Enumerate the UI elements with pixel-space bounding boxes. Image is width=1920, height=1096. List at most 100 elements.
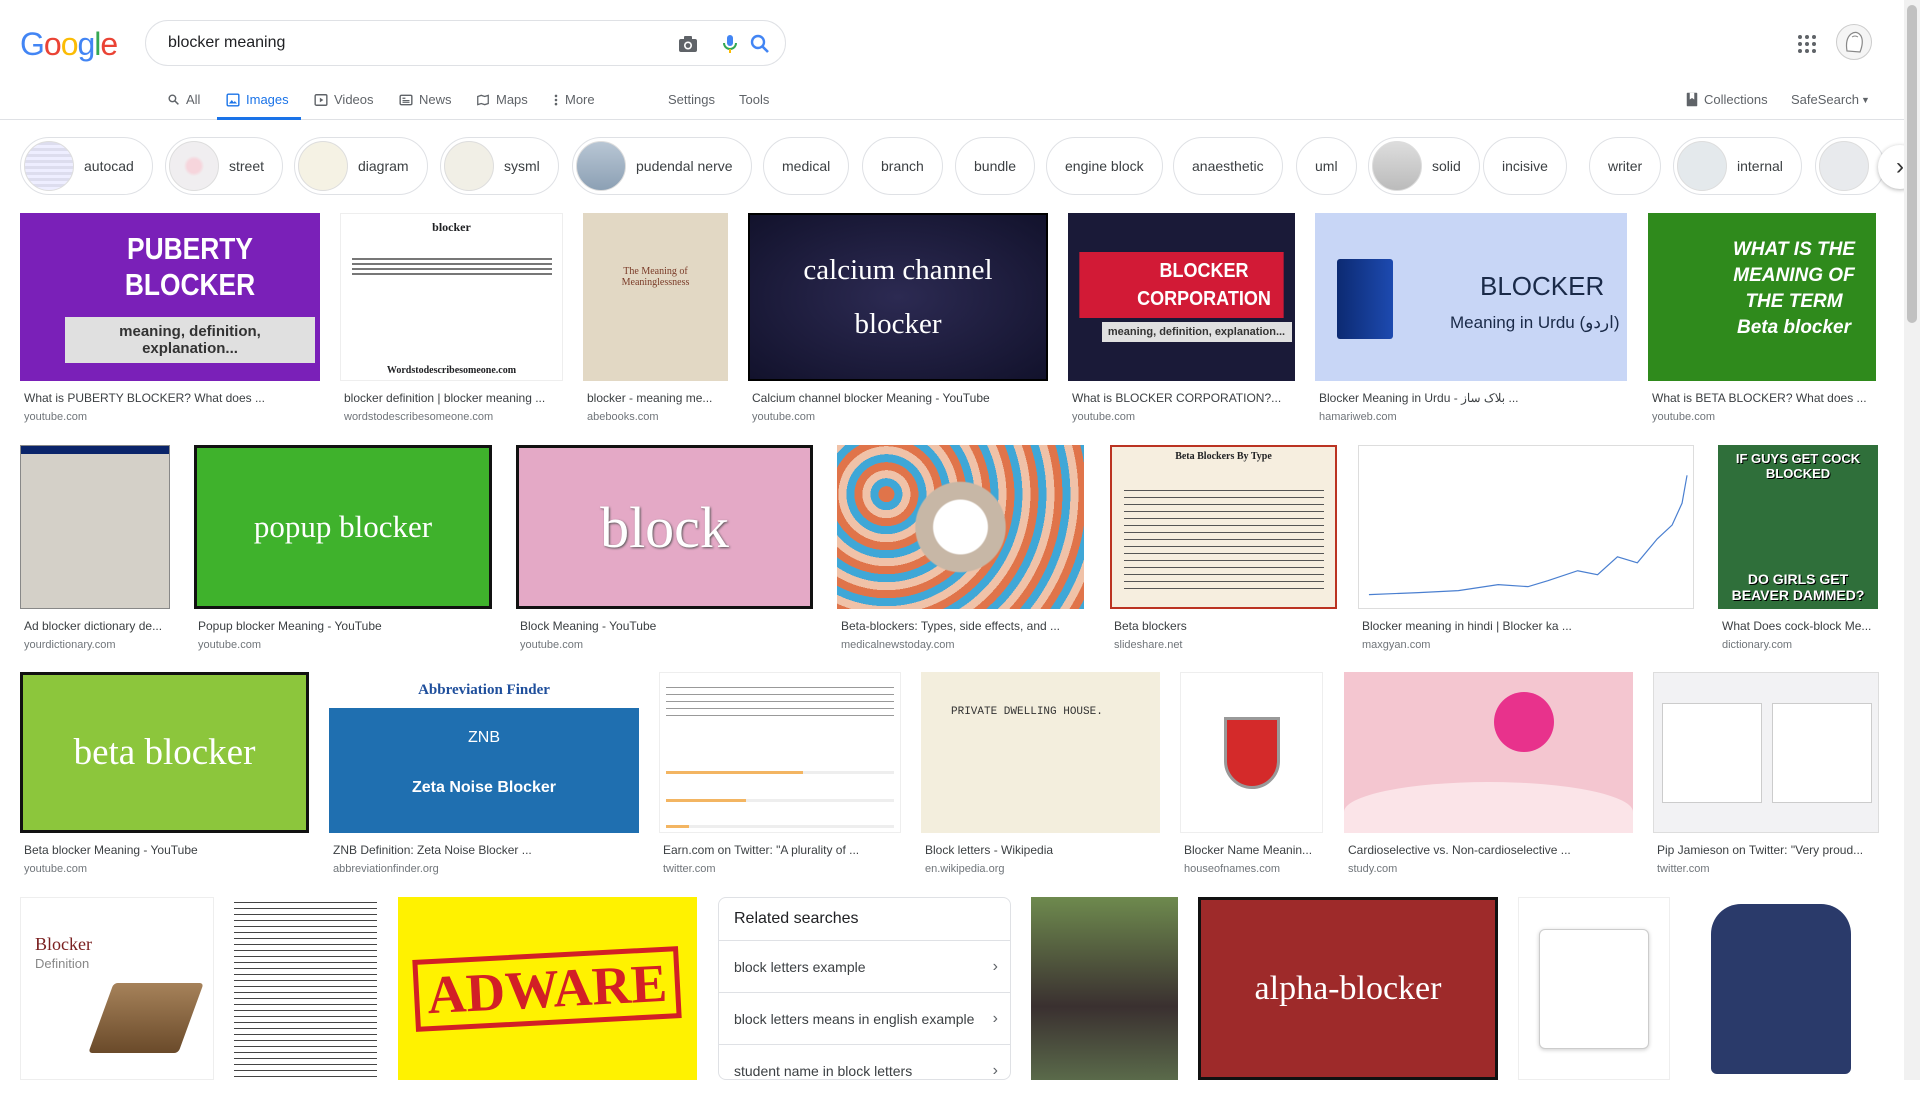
result-thumbnail[interactable]	[1691, 897, 1871, 1080]
image-result[interactable]: Blocker meaning in hindi | Blocker ka ..…	[1358, 445, 1694, 655]
image-result[interactable]	[1031, 897, 1178, 1080]
result-thumbnail[interactable]	[1358, 445, 1694, 609]
chip-partial[interactable]	[1815, 137, 1885, 195]
result-thumbnail[interactable]: IF GUYS GET COCK BLOCKED DO GIRLS GET BE…	[1718, 445, 1878, 609]
image-result[interactable]: Pip Jamieson on Twitter: "Very proud... …	[1653, 672, 1879, 882]
related-search-item[interactable]: block letters example ›	[719, 940, 1010, 992]
chip-bundle[interactable]: bundle	[955, 137, 1036, 195]
image-result[interactable]: calcium channel blocker Calcium channel …	[748, 213, 1048, 423]
result-title[interactable]: Beta blocker Meaning - YouTube	[24, 843, 304, 857]
result-title[interactable]: What is BLOCKER CORPORATION?...	[1072, 391, 1294, 405]
image-result[interactable]: alpha-blocker	[1198, 897, 1498, 1080]
result-thumbnail[interactable]: ADWARE	[398, 897, 697, 1080]
result-thumbnail[interactable]: Abbreviation Finder ZNB Zeta Noise Block…	[329, 672, 639, 833]
account-avatar[interactable]	[1836, 24, 1872, 60]
result-title[interactable]: blocker definition | blocker meaning ...	[344, 391, 559, 405]
chip-engine-block[interactable]: engine block	[1046, 137, 1163, 195]
image-result[interactable]: IF GUYS GET COCK BLOCKED DO GIRLS GET BE…	[1718, 445, 1878, 655]
image-result[interactable]: PRIVATE DWELLING HOUSE. Block letters - …	[921, 672, 1160, 882]
search-icon[interactable]	[748, 32, 772, 56]
image-result[interactable]: Beta-blockers: Types, side effects, and …	[837, 445, 1084, 655]
image-result[interactable]: block Block Meaning - YouTube youtube.co…	[516, 445, 813, 655]
chip-street[interactable]: street	[165, 137, 284, 195]
image-result[interactable]: Blocker Definition	[20, 897, 214, 1080]
result-title[interactable]: Earn.com on Twitter: "A plurality of ...	[663, 843, 901, 857]
result-thumbnail[interactable]	[1344, 672, 1633, 833]
result-thumbnail[interactable]: block	[516, 445, 813, 609]
result-site[interactable]: medicalnewstoday.com	[841, 639, 955, 651]
related-search-item[interactable]: block letters means in english example ›	[719, 992, 1010, 1044]
image-result[interactable]: Ad blocker dictionary de... yourdictiona…	[20, 445, 170, 655]
result-title[interactable]: Calcium channel blocker Meaning - YouTub…	[752, 391, 1047, 405]
result-site[interactable]: abebooks.com	[587, 411, 659, 423]
result-site[interactable]: yourdictionary.com	[24, 639, 116, 651]
result-thumbnail[interactable]: The Meaning of Meaninglessness	[583, 213, 728, 381]
tab-news[interactable]: News	[399, 92, 452, 107]
image-result[interactable]: ADWARE	[398, 897, 697, 1080]
image-result[interactable]: WHAT IS THE MEANING OF THE TERM Beta blo…	[1648, 213, 1876, 423]
image-result[interactable]: Beta Blockers By Type Beta blockers slid…	[1110, 445, 1337, 655]
result-thumbnail[interactable]	[1180, 672, 1323, 833]
scrollbar-thumb[interactable]	[1907, 5, 1917, 323]
result-title[interactable]: What is BETA BLOCKER? What does ...	[1652, 391, 1874, 405]
result-title[interactable]: Blocker meaning in hindi | Blocker ka ..…	[1362, 619, 1692, 633]
result-title[interactable]: blocker - meaning me...	[587, 391, 727, 405]
result-site[interactable]: study.com	[1348, 863, 1397, 875]
image-result[interactable]	[234, 897, 377, 1080]
google-logo[interactable]: Google	[20, 26, 118, 63]
result-thumbnail[interactable]: Blocker Definition	[20, 897, 214, 1080]
image-result[interactable]: BLOCKER Meaning in Urdu (اردو) Blocker M…	[1315, 213, 1627, 423]
image-result[interactable]: popup blocker Popup blocker Meaning - Yo…	[194, 445, 492, 655]
tab-all[interactable]: All	[167, 92, 200, 107]
result-site[interactable]: wordstodescribesomeone.com	[344, 411, 493, 423]
chip-branch[interactable]: branch	[862, 137, 943, 195]
result-title[interactable]: Block Meaning - YouTube	[520, 619, 810, 633]
result-thumbnail[interactable]	[1518, 897, 1670, 1080]
image-result[interactable]	[1518, 897, 1670, 1080]
result-thumbnail[interactable]: BLOCKER Meaning in Urdu (اردو)	[1315, 213, 1627, 381]
chip-sysml[interactable]: sysml	[440, 137, 559, 195]
result-thumbnail[interactable]	[1653, 672, 1879, 833]
camera-icon[interactable]	[676, 32, 700, 56]
result-thumbnail[interactable]: Beta Blockers By Type	[1110, 445, 1337, 609]
search-input[interactable]	[166, 31, 646, 55]
result-site[interactable]: dictionary.com	[1722, 639, 1792, 651]
result-site[interactable]: twitter.com	[663, 863, 716, 875]
result-title[interactable]: Block letters - Wikipedia	[925, 843, 1160, 857]
image-result[interactable]: beta blocker Beta blocker Meaning - YouT…	[20, 672, 309, 882]
chip-writer[interactable]: writer	[1589, 137, 1662, 195]
image-result[interactable]: Cardioselective vs. Non-cardioselective …	[1344, 672, 1633, 882]
result-thumbnail[interactable]: PUBERTY BLOCKER meaning, definition, exp…	[20, 213, 320, 381]
result-title[interactable]: Cardioselective vs. Non-cardioselective …	[1348, 843, 1633, 857]
microphone-icon[interactable]	[718, 32, 742, 56]
chip-anaesthetic[interactable]: anaesthetic	[1173, 137, 1283, 195]
result-site[interactable]: youtube.com	[520, 639, 583, 651]
chip-internal[interactable]: internal	[1673, 137, 1802, 195]
result-site[interactable]: youtube.com	[198, 639, 261, 651]
result-site[interactable]: youtube.com	[1072, 411, 1135, 423]
tab-maps[interactable]: Maps	[476, 92, 528, 107]
image-result[interactable]: blocker Wordstodescribesomeone.com block…	[340, 213, 563, 423]
result-site[interactable]: youtube.com	[24, 411, 87, 423]
result-title[interactable]: What is PUBERTY BLOCKER? What does ...	[24, 391, 314, 405]
tab-images[interactable]: Images	[226, 92, 289, 107]
image-result[interactable]: Abbreviation Finder ZNB Zeta Noise Block…	[329, 672, 639, 882]
image-result[interactable]: BLOCKER CORPORATION meaning, definition,…	[1068, 213, 1295, 423]
result-thumbnail[interactable]: calcium channel blocker	[748, 213, 1048, 381]
tab-settings[interactable]: Settings	[668, 92, 715, 107]
image-result[interactable]: Blocker Name Meanin... houseofnames.com	[1180, 672, 1323, 882]
result-thumbnail[interactable]	[234, 897, 377, 1080]
collections-link[interactable]: Collections	[1686, 92, 1768, 107]
related-search-item[interactable]: student name in block letters ›	[719, 1044, 1010, 1096]
chip-medical[interactable]: medical	[763, 137, 850, 195]
chip-solid[interactable]: solid	[1368, 137, 1480, 195]
tab-more[interactable]: More	[553, 92, 595, 107]
result-thumbnail[interactable]	[1031, 897, 1178, 1080]
result-title[interactable]: Blocker Meaning in Urdu - بلاک ساز ...	[1319, 391, 1624, 405]
result-thumbnail[interactable]: BLOCKER CORPORATION meaning, definition,…	[1068, 213, 1295, 381]
result-thumbnail[interactable]: alpha-blocker	[1198, 897, 1498, 1080]
image-result[interactable]: PUBERTY BLOCKER meaning, definition, exp…	[20, 213, 320, 423]
result-thumbnail[interactable]	[20, 445, 170, 609]
result-title[interactable]: Ad blocker dictionary de...	[24, 619, 170, 633]
result-title[interactable]: Blocker Name Meanin...	[1184, 843, 1324, 857]
